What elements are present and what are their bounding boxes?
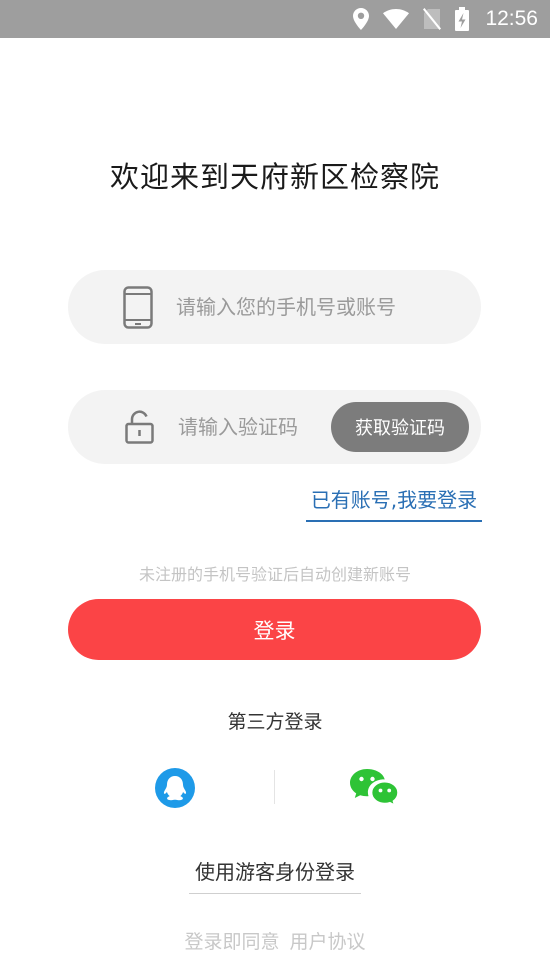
third-party-title: 第三方登录 bbox=[227, 711, 323, 733]
battery-charging-icon bbox=[455, 7, 470, 31]
code-field[interactable]: 获取验证码 bbox=[68, 390, 481, 464]
divider bbox=[274, 770, 275, 804]
status-bar: 12:56 bbox=[0, 0, 550, 38]
status-time: 12:56 bbox=[485, 7, 538, 30]
lock-icon bbox=[125, 410, 154, 444]
wechat-icon[interactable] bbox=[350, 769, 398, 807]
location-icon bbox=[353, 8, 370, 30]
phone-field[interactable] bbox=[68, 270, 481, 344]
register-hint: 未注册的手机号验证后自动创建新账号 bbox=[138, 565, 411, 584]
account-login-link[interactable]: 已有账号,我要登录 bbox=[306, 484, 482, 522]
login-button[interactable]: 登录 bbox=[68, 599, 481, 660]
get-code-button[interactable]: 获取验证码 bbox=[331, 402, 469, 452]
guest-login-link[interactable]: 使用游客身份登录 bbox=[189, 856, 361, 894]
code-input[interactable] bbox=[178, 390, 328, 464]
wifi-icon bbox=[383, 9, 410, 29]
page-title: 欢迎来到天府新区检察院 bbox=[109, 160, 440, 194]
no-sim-icon bbox=[423, 8, 442, 30]
phone-input[interactable] bbox=[176, 270, 466, 344]
qq-icon[interactable] bbox=[155, 768, 195, 808]
agreement-prefix: 登录即同意 bbox=[184, 931, 280, 953]
phone-icon bbox=[123, 286, 153, 329]
user-agreement-link[interactable]: 用户协议 bbox=[290, 931, 366, 953]
status-icons: 12:56 bbox=[353, 0, 538, 38]
agreement-line: 登录即同意 用户协议 bbox=[0, 927, 550, 954]
